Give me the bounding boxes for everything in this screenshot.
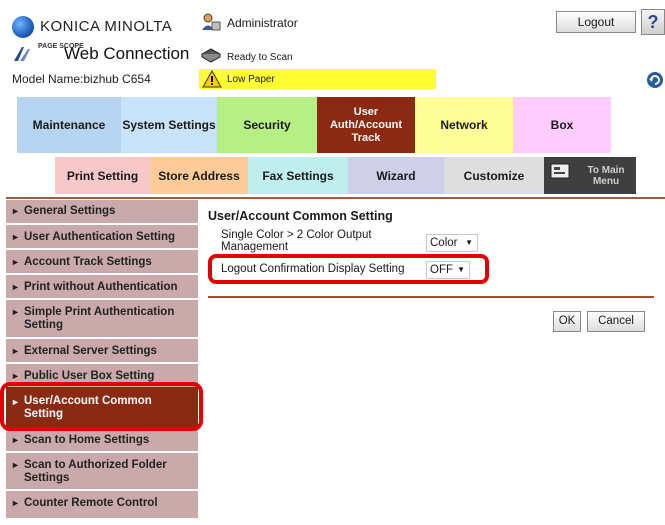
administrator-icon [202,13,221,31]
app-title: Web Connection [64,44,190,63]
sidebar-item-external-server-settings[interactable]: ► External Server Settings [6,345,198,358]
sidebar-item-account-track-settings[interactable]: ► Account Track Settings [6,256,198,269]
tab-fax-settings[interactable]: Fax Settings [248,157,348,194]
sidebar-divider [6,337,198,339]
konica-minolta-logo-icon [12,16,34,38]
tab-user-auth-account-track[interactable]: User Auth/Account Track [317,97,415,153]
sidebar-divider [6,223,198,225]
sidebar-item-print-without-authentication[interactable]: ► Print without Authentication [6,281,198,294]
sidebar-item-scan-to-home-settings[interactable]: ► Scan to Home Settings [6,434,198,447]
sidebar-item-label: Scan to Authorized Folder Settings [24,459,167,484]
sidebar-item-user-authentication-setting[interactable]: ► User Authentication Setting [6,231,198,244]
help-button[interactable]: ? [641,9,665,35]
sidebar-arrow-icon: ► [11,460,20,470]
sidebar-arrow-icon: ► [11,346,20,356]
warning-text: Low Paper [227,74,275,85]
sidebar-arrow-icon: ► [11,307,20,317]
tab-system-settings[interactable]: System Settings [121,97,217,153]
sidebar-divider [6,362,198,364]
sidebar-arrow-icon: ► [11,498,20,508]
main-menu-icon [550,163,570,179]
sidebar-arrow-icon: ► [11,257,20,267]
refresh-icon[interactable] [646,71,664,89]
sidebar-item-label: Scan to Home Settings [24,434,150,446]
tab-user-auth-label: User Auth/Account Track [329,105,403,144]
sidebar-item-scan-to-authorized-folder[interactable]: ► Scan to Authorized Folder Settings [6,459,198,485]
sidebar-arrow-icon: ► [11,232,20,242]
scanner-icon [201,48,221,63]
tab-customize[interactable]: Customize [444,157,544,194]
tab-wizard[interactable]: Wizard [348,157,444,194]
cancel-button[interactable]: Cancel [587,311,645,332]
sidebar-item-counter-remote-control[interactable]: ► Counter Remote Control [6,497,198,510]
tab-store-address[interactable]: Store Address [150,157,248,194]
sidebar-arrow-icon: ► [11,282,20,292]
warning-icon [202,70,222,88]
tab-print-setting[interactable]: Print Setting [55,157,150,194]
tab-maintenance[interactable]: Maintenance [17,97,121,153]
scan-status: Ready to Scan [227,52,293,63]
to-main-menu-label: To Main Menu [587,164,625,187]
sidebar-item-label: Simple Print Authentication Setting [24,306,175,331]
model-name: Model Name:bizhub C654 [12,72,151,86]
sidebar-divider [6,298,198,300]
sidebar-item-label: Account Track Settings [24,256,152,268]
sidebar-divider [6,273,198,275]
output-management-select[interactable]: Color ▼ [426,234,478,252]
sidebar-highlight-annotation [0,382,203,431]
ok-button[interactable]: OK [553,311,581,332]
user-name: Administrator [227,16,298,30]
content-divider [208,296,654,298]
sidebar-item-label: Counter Remote Control [24,497,158,509]
sidebar-item-simple-print-authentication[interactable]: ► Simple Print Authentication Setting [6,306,198,332]
sidebar-divider [6,451,198,453]
setting-label-output-management: Single Color > 2 Color Output Management [221,229,372,253]
header-divider [6,197,665,199]
sidebar-divider [6,489,198,491]
sidebar-item-general-settings[interactable]: ► General Settings [6,205,198,218]
chevron-down-icon: ▼ [465,238,473,247]
tab-security[interactable]: Security [217,97,317,153]
sidebar-item-label: External Server Settings [24,345,157,357]
brand-name: KONICA MINOLTA [40,18,173,35]
sidebar-item-label: Print without Authentication [24,281,178,293]
logout-button[interactable]: Logout [556,11,636,33]
setting-highlight-annotation [208,254,489,284]
output-management-value: Color [430,237,458,249]
sidebar-item-label: User Authentication Setting [24,231,175,243]
sidebar-arrow-icon: ► [11,435,20,445]
tab-network[interactable]: Network [415,97,513,153]
sidebar-item-label: Public User Box Setting [24,370,155,382]
tab-box[interactable]: Box [513,97,611,153]
sidebar-item-label: General Settings [24,205,116,217]
page-title: User/Account Common Setting [208,209,393,223]
sidebar-divider [6,248,198,250]
sidebar-arrow-icon: ► [11,206,20,216]
